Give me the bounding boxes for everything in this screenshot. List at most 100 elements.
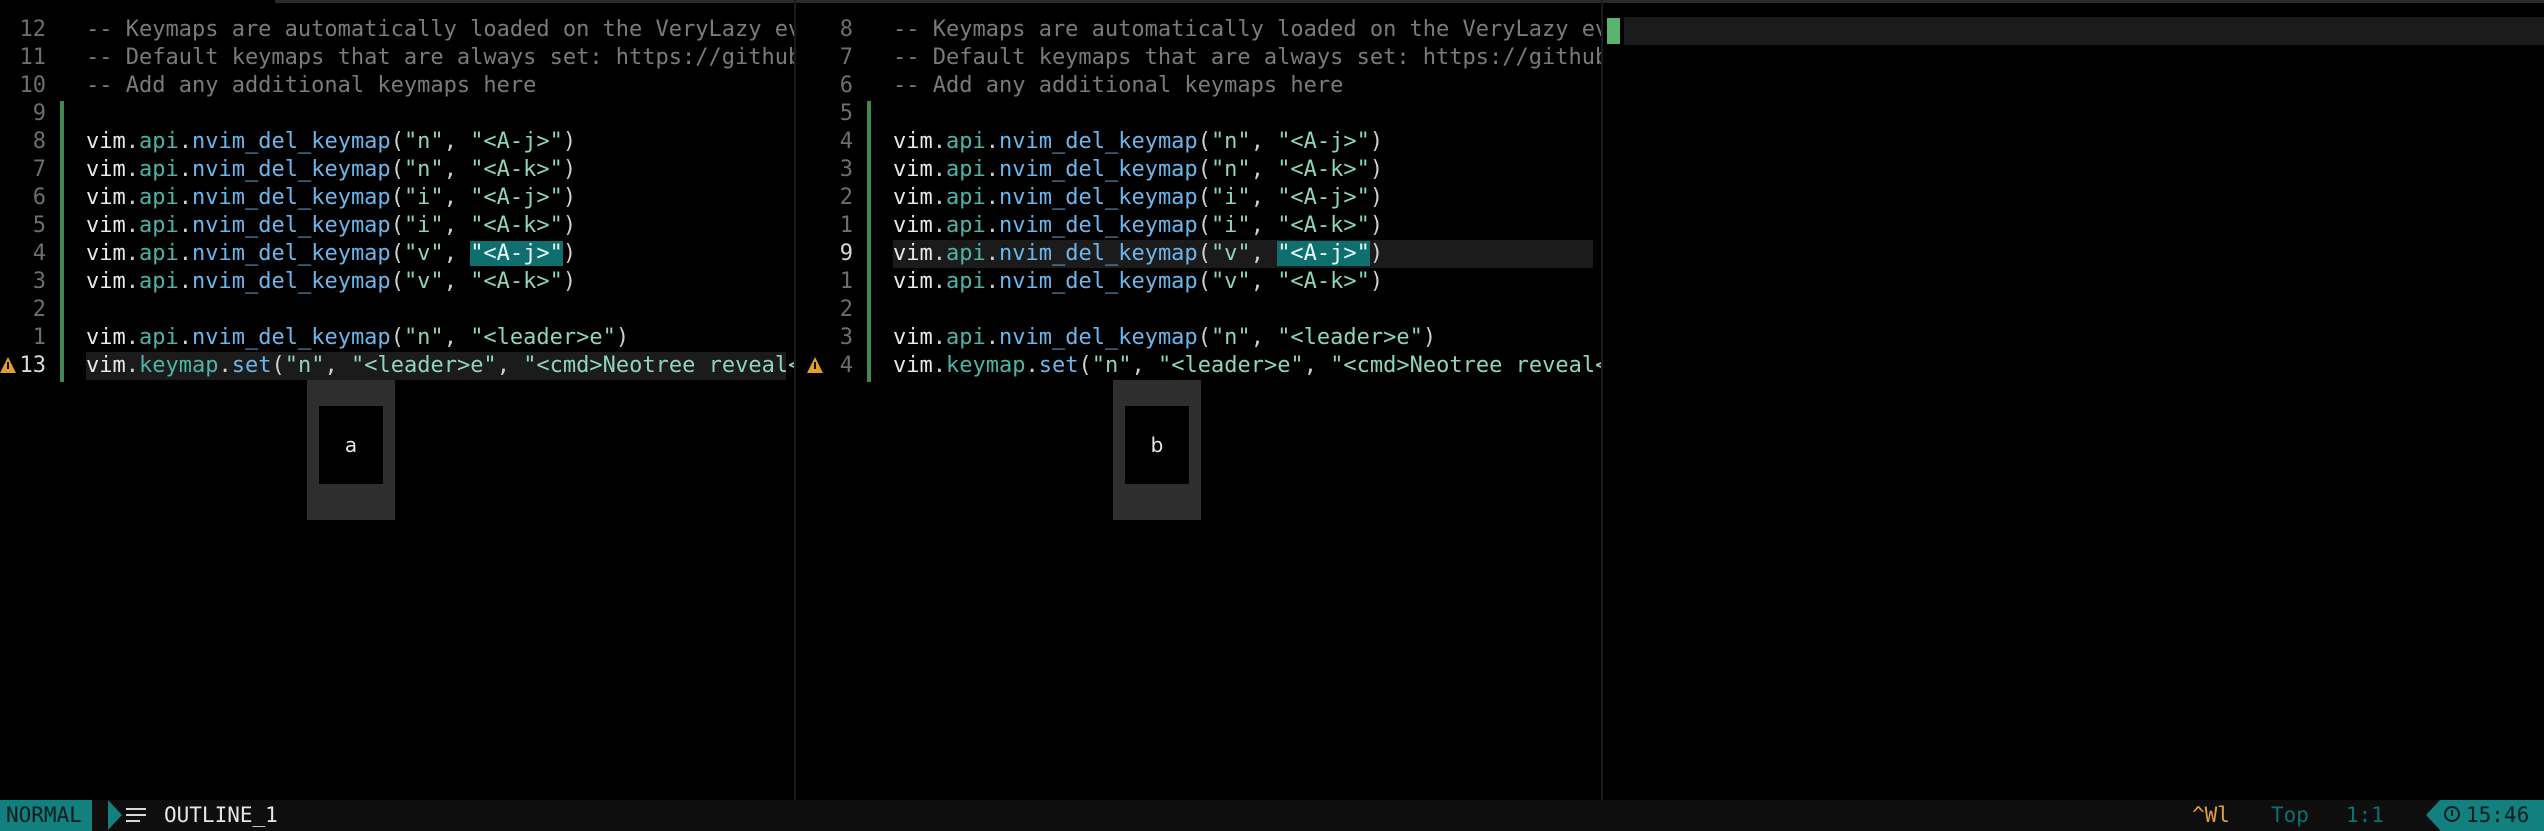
token-vim: vim	[86, 129, 126, 154]
string-mode: "i"	[403, 185, 444, 210]
comment-text: -- Add any additional keymaps here	[86, 73, 537, 98]
token-paren: (	[1197, 129, 1211, 154]
code-line[interactable]: 5	[807, 100, 1601, 128]
outline-icon	[126, 808, 146, 823]
token-paren: (	[271, 353, 285, 378]
token-api: api	[946, 129, 986, 154]
code-line[interactable]: 7 -- Default keymaps that are always set:…	[807, 44, 1601, 72]
code-line[interactable]: 5 vim.api.nvim_del_keymap("i", "<A-k>")	[0, 212, 794, 240]
code-line[interactable]: 1 vim.api.nvim_del_keymap("i", "<A-k>")	[807, 212, 1601, 240]
string-key: "<A-k>"	[470, 269, 563, 294]
editor-window-b[interactable]: 8 -- Keymaps are automatically loaded on …	[807, 0, 1601, 800]
code-text: vim.keymap.set("n", "<leader>e", "<cmd>N…	[893, 352, 1601, 380]
token-paren: (	[390, 241, 404, 266]
token-vim: vim	[86, 185, 126, 210]
code-text: vim.api.nvim_del_keymap("n", "<A-j>")	[86, 128, 576, 156]
token-comma: ,	[1250, 157, 1278, 182]
token-paren: )	[562, 213, 577, 238]
outline-window[interactable]	[1603, 0, 2544, 800]
status-line: NORMAL OUTLINE_1 ^Wl Top 1:1 15:46	[0, 800, 2544, 831]
token-comma: ,	[443, 185, 471, 210]
code-line[interactable]: 4 vim.keymap.set("n", "<leader>e", "<cmd>…	[807, 352, 1601, 380]
comment-text: -- Keymaps are automatically loaded on t…	[86, 17, 794, 42]
token-function: nvim_del_keymap	[192, 129, 391, 154]
string-mode: "v"	[1210, 269, 1251, 294]
token-dot: .	[985, 325, 999, 350]
string-key: "<leader>e"	[1157, 353, 1304, 378]
line-number: 9	[839, 241, 853, 266]
string-key: "<A-k>"	[470, 157, 563, 182]
code-text: vim.api.nvim_del_keymap("i", "<A-j>")	[893, 184, 1383, 212]
code-line[interactable]: 4 vim.api.nvim_del_keymap("n", "<A-j>")	[807, 128, 1601, 156]
line-number: 8	[839, 17, 853, 42]
code-line[interactable]: 3 vim.api.nvim_del_keymap("n", "<leader>e…	[807, 324, 1601, 352]
line-number: 6	[32, 185, 46, 210]
code-line[interactable]: 12 -- Keymaps are automatically loaded on…	[0, 16, 795, 44]
line-number: 1	[839, 269, 853, 294]
token-paren: )	[562, 185, 577, 210]
window-picker-badge-a[interactable]: a	[307, 380, 395, 520]
token-api: api	[946, 325, 986, 350]
mode-separator	[108, 800, 122, 830]
token-comma: ,	[1303, 353, 1331, 378]
mode-indicator: NORMAL	[0, 800, 92, 831]
token-dot: .	[178, 241, 192, 266]
token-function: set	[231, 353, 272, 378]
token-comma: ,	[443, 129, 471, 154]
token-function: nvim_del_keymap	[999, 241, 1198, 266]
token-paren: (	[1197, 325, 1211, 350]
line-number: 1	[839, 213, 853, 238]
code-line[interactable]: 11 -- Default keymaps that are always set…	[0, 44, 795, 72]
window-picker-label: a	[319, 406, 383, 484]
code-line[interactable]: 3 vim.api.nvim_del_keymap("n", "<A-k>")	[807, 156, 1601, 184]
token-paren: (	[390, 157, 404, 182]
token-keymap: keymap	[139, 353, 219, 378]
string-key: "<leader>e"	[350, 353, 497, 378]
code-line[interactable]: 10 -- Add any additional keymaps here	[0, 72, 794, 100]
token-dot: .	[125, 241, 139, 266]
code-line[interactable]: 9 vim.api.nvim_del_keymap("v", "<A-j>")	[807, 240, 1601, 268]
token-vim: vim	[86, 241, 126, 266]
code-line[interactable]: 4 vim.api.nvim_del_keymap("v", "<A-j>")	[0, 240, 794, 268]
token-function: nvim_del_keymap	[999, 213, 1198, 238]
code-line[interactable]: 1 vim.api.nvim_del_keymap("v", "<A-k>")	[807, 268, 1601, 296]
comment-text: -- Default keymaps that are always set: …	[86, 45, 794, 70]
window-picker-badge-b[interactable]: b	[1113, 380, 1201, 520]
code-text: vim.api.nvim_del_keymap("i", "<A-k>")	[893, 212, 1383, 240]
token-comma: ,	[1250, 269, 1278, 294]
token-dot: .	[218, 353, 232, 378]
token-vim: vim	[893, 129, 933, 154]
code-text: vim.api.nvim_del_keymap("n", "<A-j>")	[893, 128, 1383, 156]
code-line[interactable]: 7 vim.api.nvim_del_keymap("n", "<A-k>")	[0, 156, 794, 184]
token-function: nvim_del_keymap	[999, 157, 1198, 182]
code-line[interactable]: 8 vim.api.nvim_del_keymap("n", "<A-j>")	[0, 128, 794, 156]
code-line[interactable]: 9	[0, 100, 794, 128]
line-number: 9	[32, 101, 46, 126]
line-number: 3	[839, 325, 853, 350]
token-comma: ,	[1250, 325, 1278, 350]
token-dot: .	[985, 241, 999, 266]
code-line[interactable]: 13 vim.keymap.set("n", "<leader>e", "<cmd…	[0, 352, 794, 380]
string-mode: "v"	[403, 269, 444, 294]
token-paren: )	[562, 157, 577, 182]
token-dot: .	[985, 129, 999, 154]
code-text: vim.api.nvim_del_keymap("i", "<A-k>")	[86, 212, 576, 240]
editor-window-a[interactable]: 12 -- Keymaps are automatically loaded on…	[0, 0, 794, 800]
window-separator[interactable]	[794, 0, 796, 800]
code-line[interactable]: 2	[0, 296, 794, 324]
token-function: set	[1038, 353, 1079, 378]
string-rhs: "<cmd>Neotree reveal<	[1330, 353, 1601, 378]
line-number: 3	[32, 269, 46, 294]
string-mode: "i"	[1210, 213, 1251, 238]
token-dot: .	[985, 213, 999, 238]
token-function: nvim_del_keymap	[999, 129, 1198, 154]
code-line[interactable]: 8 -- Keymaps are automatically loaded on …	[807, 16, 1601, 44]
code-line[interactable]: 1 vim.api.nvim_del_keymap("n", "<leader>e…	[0, 324, 794, 352]
code-line[interactable]: 6 vim.api.nvim_del_keymap("i", "<A-j>")	[0, 184, 794, 212]
code-line[interactable]: 6 -- Add any additional keymaps here	[807, 72, 1601, 100]
code-line[interactable]: 3 vim.api.nvim_del_keymap("v", "<A-k>")	[0, 268, 794, 296]
code-line[interactable]: 2	[807, 296, 1601, 324]
token-paren: (	[1197, 241, 1211, 266]
code-line[interactable]: 2 vim.api.nvim_del_keymap("i", "<A-j>")	[807, 184, 1601, 212]
string-mode: "n"	[284, 353, 325, 378]
